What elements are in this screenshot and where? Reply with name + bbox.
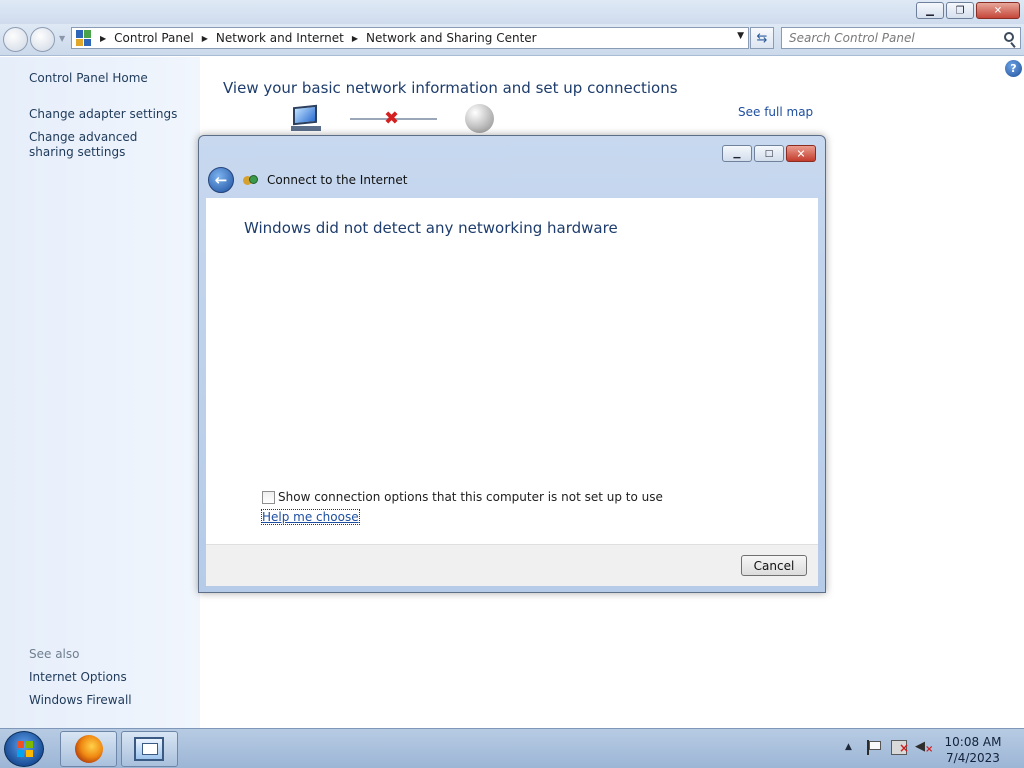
connect-to-internet-dialog: ▁ □ ✕ ← Connect to the Internet Windows …	[198, 135, 826, 593]
breadcrumb-arrow-icon[interactable]: ▶	[202, 34, 208, 43]
dialog-title: Connect to the Internet	[267, 173, 408, 187]
maximize-icon: □	[764, 148, 774, 159]
search-input[interactable]	[782, 28, 992, 48]
control-panel-icon	[134, 737, 164, 761]
restore-icon: ❐	[955, 5, 965, 16]
close-icon: ✕	[796, 147, 806, 160]
restore-button[interactable]: ❐	[946, 2, 974, 19]
control-panel-home-link[interactable]: Control Panel Home	[29, 71, 148, 86]
dialog-body: Windows did not detect any networking ha…	[206, 198, 818, 586]
minimize-icon: ▁	[926, 5, 934, 16]
address-bar[interactable]: ▶ Control Panel ▶ Network and Internet ▶…	[71, 27, 749, 49]
action-center-flag-icon[interactable]	[866, 740, 881, 755]
start-button[interactable]	[4, 731, 44, 767]
window-controls: ▁ ❐ ✕	[916, 2, 1020, 19]
network-disconnected-icon[interactable]	[891, 740, 909, 755]
show-connection-options-checkbox[interactable]	[262, 490, 275, 504]
show-hidden-icons-icon[interactable]: ▲	[845, 742, 852, 752]
page-title: View your basic network information and …	[223, 79, 678, 97]
show-connection-options-row: Show connection options that this comput…	[262, 490, 663, 504]
internet-globe-icon	[465, 104, 494, 133]
close-icon: ✕	[993, 5, 1003, 16]
forward-button[interactable]	[30, 27, 55, 52]
volume-muted-icon: ×	[925, 744, 934, 755]
dialog-close-button[interactable]: ✕	[786, 145, 816, 162]
system-clock[interactable]: 10:08 AM 7/4/2023	[940, 734, 1006, 766]
change-adapter-settings-link[interactable]: Change adapter settings	[29, 107, 177, 122]
dialog-minimize-button[interactable]: ▁	[722, 145, 752, 162]
minimize-icon: ▁	[733, 148, 741, 159]
disconnected-x-icon[interactable]: ✖	[384, 108, 399, 129]
clock-date: 7/4/2023	[946, 751, 1000, 765]
windows-firewall-link[interactable]: Windows Firewall	[29, 693, 132, 708]
cancel-button[interactable]: Cancel	[741, 555, 807, 576]
navigation-bar: ▼ ▶ Control Panel ▶ Network and Internet…	[0, 24, 1024, 56]
search-icon[interactable]	[1004, 32, 1014, 42]
help-me-choose-link[interactable]: Help me choose	[261, 509, 360, 525]
control-panel-icon	[76, 30, 92, 46]
dialog-maximize-button[interactable]: □	[754, 145, 784, 162]
dialog-heading: Windows did not detect any networking ha…	[244, 219, 618, 237]
taskbar: ▲ ◀ × 10:08 AM 7/4/2023	[0, 728, 1024, 768]
close-button[interactable]: ✕	[976, 2, 1020, 19]
window-titlebar: ▁ ❐ ✕	[0, 0, 1024, 24]
control-panel-taskbar-button[interactable]	[121, 731, 178, 767]
breadcrumb-arrow-icon[interactable]: ▶	[100, 34, 106, 43]
see-also-label: See also	[29, 647, 80, 661]
network-wizard-icon	[243, 174, 259, 186]
refresh-button[interactable]: ⇆	[750, 27, 774, 49]
search-box	[781, 27, 1021, 49]
recent-pages-dropdown-icon[interactable]: ▼	[59, 34, 65, 43]
computer-icon	[289, 104, 323, 132]
see-full-map-link[interactable]: See full map	[738, 105, 813, 119]
wizard-back-button[interactable]: ←	[208, 167, 234, 193]
dialog-footer: Cancel	[206, 544, 818, 586]
back-arrow-icon: ←	[214, 171, 228, 189]
breadcrumb-control-panel[interactable]: Control Panel	[114, 31, 194, 45]
breadcrumb-network-and-internet[interactable]: Network and Internet	[216, 31, 344, 45]
windows-logo-icon	[17, 741, 33, 757]
minimize-button[interactable]: ▁	[916, 2, 944, 19]
breadcrumb-network-and-sharing-center[interactable]: Network and Sharing Center	[366, 31, 537, 45]
dialog-window-controls: ▁ □ ✕	[722, 145, 816, 162]
firefox-icon	[75, 735, 103, 763]
back-button[interactable]	[3, 27, 28, 52]
breadcrumb-arrow-icon[interactable]: ▶	[352, 34, 358, 43]
internet-options-link[interactable]: Internet Options	[29, 670, 127, 685]
firefox-taskbar-button[interactable]	[60, 731, 117, 767]
volume-icon[interactable]: ◀	[915, 739, 925, 754]
address-dropdown-icon[interactable]: ▼	[737, 31, 744, 41]
change-advanced-sharing-settings-link[interactable]: Change advanced sharing settings	[29, 130, 179, 160]
help-icon[interactable]: ?	[1005, 60, 1022, 77]
clock-time: 10:08 AM	[944, 735, 1002, 749]
left-navigation-pane: Control Panel Home Change adapter settin…	[0, 57, 200, 728]
refresh-icon: ⇆	[756, 30, 768, 46]
show-connection-options-label[interactable]: Show connection options that this comput…	[278, 490, 663, 504]
